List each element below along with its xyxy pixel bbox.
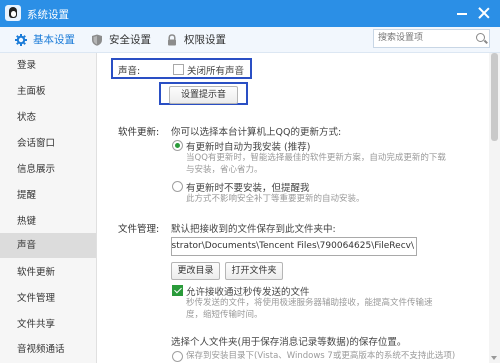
file-save-path-text: dministrator\Documents\Tencent Files\790…	[171, 241, 414, 251]
scrollbar-thumb[interactable]	[491, 53, 498, 141]
sidebar-item-file-management[interactable]: 文件管理	[0, 286, 96, 312]
tab-security-settings[interactable]: 安全设置	[91, 27, 151, 52]
sidebar-item-av-call[interactable]: 音视频通话	[0, 337, 96, 363]
lock-icon	[166, 33, 178, 46]
tab-permission-settings[interactable]: 权限设置	[166, 27, 226, 52]
file-section-label: 文件管理:	[118, 224, 160, 235]
auto-update-description: 当QQ有更新时，智能选择最佳的软件更新方案，自动完成更新的下载与安装，省心省力。	[186, 153, 446, 175]
allow-instant-transfer-checkbox[interactable]	[172, 285, 183, 296]
file-save-intro: 默认把接收到的文件保存到此文件夹中:	[171, 224, 336, 235]
open-folder-button[interactable]: 打开文件夹	[225, 262, 283, 280]
gear-icon	[15, 33, 27, 46]
minimize-button[interactable]	[452, 3, 472, 23]
qq-penguin-icon	[5, 5, 21, 21]
change-directory-button[interactable]: 更改目录	[171, 262, 220, 280]
update-section-label: 软件更新:	[118, 127, 160, 138]
sidebar-item-status[interactable]: 状态	[0, 105, 96, 131]
sidebar-item-sound[interactable]: 声音	[0, 233, 96, 258]
mute-all-label: 关闭所有声音	[187, 66, 245, 77]
scroll-down-arrow-icon[interactable]	[491, 356, 497, 360]
sound-section-label: 声音:	[118, 66, 141, 77]
sidebar-item-login[interactable]: 登录	[0, 53, 96, 79]
window-title: 系统设置	[27, 9, 69, 21]
file-save-path-field[interactable]: dministrator\Documents\Tencent Files\790…	[171, 237, 417, 256]
sidebar-item-main-panel[interactable]: 主面板	[0, 79, 96, 105]
content-scrollbar[interactable]	[489, 53, 500, 363]
close-button[interactable]	[474, 3, 494, 23]
title-bar: 系统设置	[0, 0, 500, 27]
search-icon[interactable]	[476, 33, 485, 42]
settings-search-box[interactable]	[373, 29, 490, 48]
save-to-install-dir-radio[interactable]	[172, 351, 183, 362]
search-input[interactable]	[374, 30, 470, 45]
personal-folder-intro: 选择个人文件夹(用于保存消息记录等数据)的保存位置。	[171, 337, 407, 348]
manual-update-radio[interactable]	[172, 181, 183, 192]
tab-label: 权限设置	[184, 34, 226, 46]
allow-instant-transfer-label: 允许接收通过秒传发送的文件	[186, 287, 310, 298]
tab-label: 安全设置	[109, 34, 151, 46]
sidebar-item-hotkeys[interactable]: 热键	[0, 209, 96, 235]
sidebar-item-chat-window[interactable]: 会话窗口	[0, 131, 96, 157]
update-intro-text: 你可以选择本台计算机上QQ的更新方式:	[171, 127, 342, 138]
save-to-install-dir-label: 保存到安装目录下(Vista、Windows 7或更高版本的系统不支持此选项)	[186, 351, 456, 361]
tab-basic-settings[interactable]: 基本设置	[15, 27, 75, 52]
sidebar-item-file-sharing[interactable]: 文件共享	[0, 312, 96, 338]
sidebar-item-software-update[interactable]: 软件更新	[0, 260, 96, 286]
instant-transfer-description: 秒传发送的文件，将使用极速服务器辅助接收，能提高文件传输速度，缩短传输时间。	[186, 298, 433, 320]
tab-label: 基本设置	[33, 34, 75, 46]
settings-content: 声音: 关闭所有声音 设置提示音 软件更新: 你可以选择本台计算机上QQ的更新方…	[97, 53, 489, 363]
mute-all-checkbox[interactable]	[173, 64, 184, 75]
shield-icon	[91, 34, 103, 46]
manual-update-description: 此方式不影响安全补丁等重要更新的自动安装。	[186, 194, 365, 204]
sidebar-item-info-display[interactable]: 信息展示	[0, 157, 96, 183]
auto-update-radio[interactable]	[172, 140, 183, 151]
set-prompt-sound-button[interactable]: 设置提示音	[169, 86, 238, 104]
manual-update-label: 有更新时不要安装，但提醒我	[186, 183, 310, 194]
sidebar-item-reminder[interactable]: 提醒	[0, 183, 96, 209]
sidebar: 登录 主面板 状态 会话窗口 信息展示 提醒 热键 声音 软件更新 文件管理 文…	[0, 53, 97, 363]
auto-update-label: 有更新时自动为我安装 (推荐)	[186, 142, 311, 153]
